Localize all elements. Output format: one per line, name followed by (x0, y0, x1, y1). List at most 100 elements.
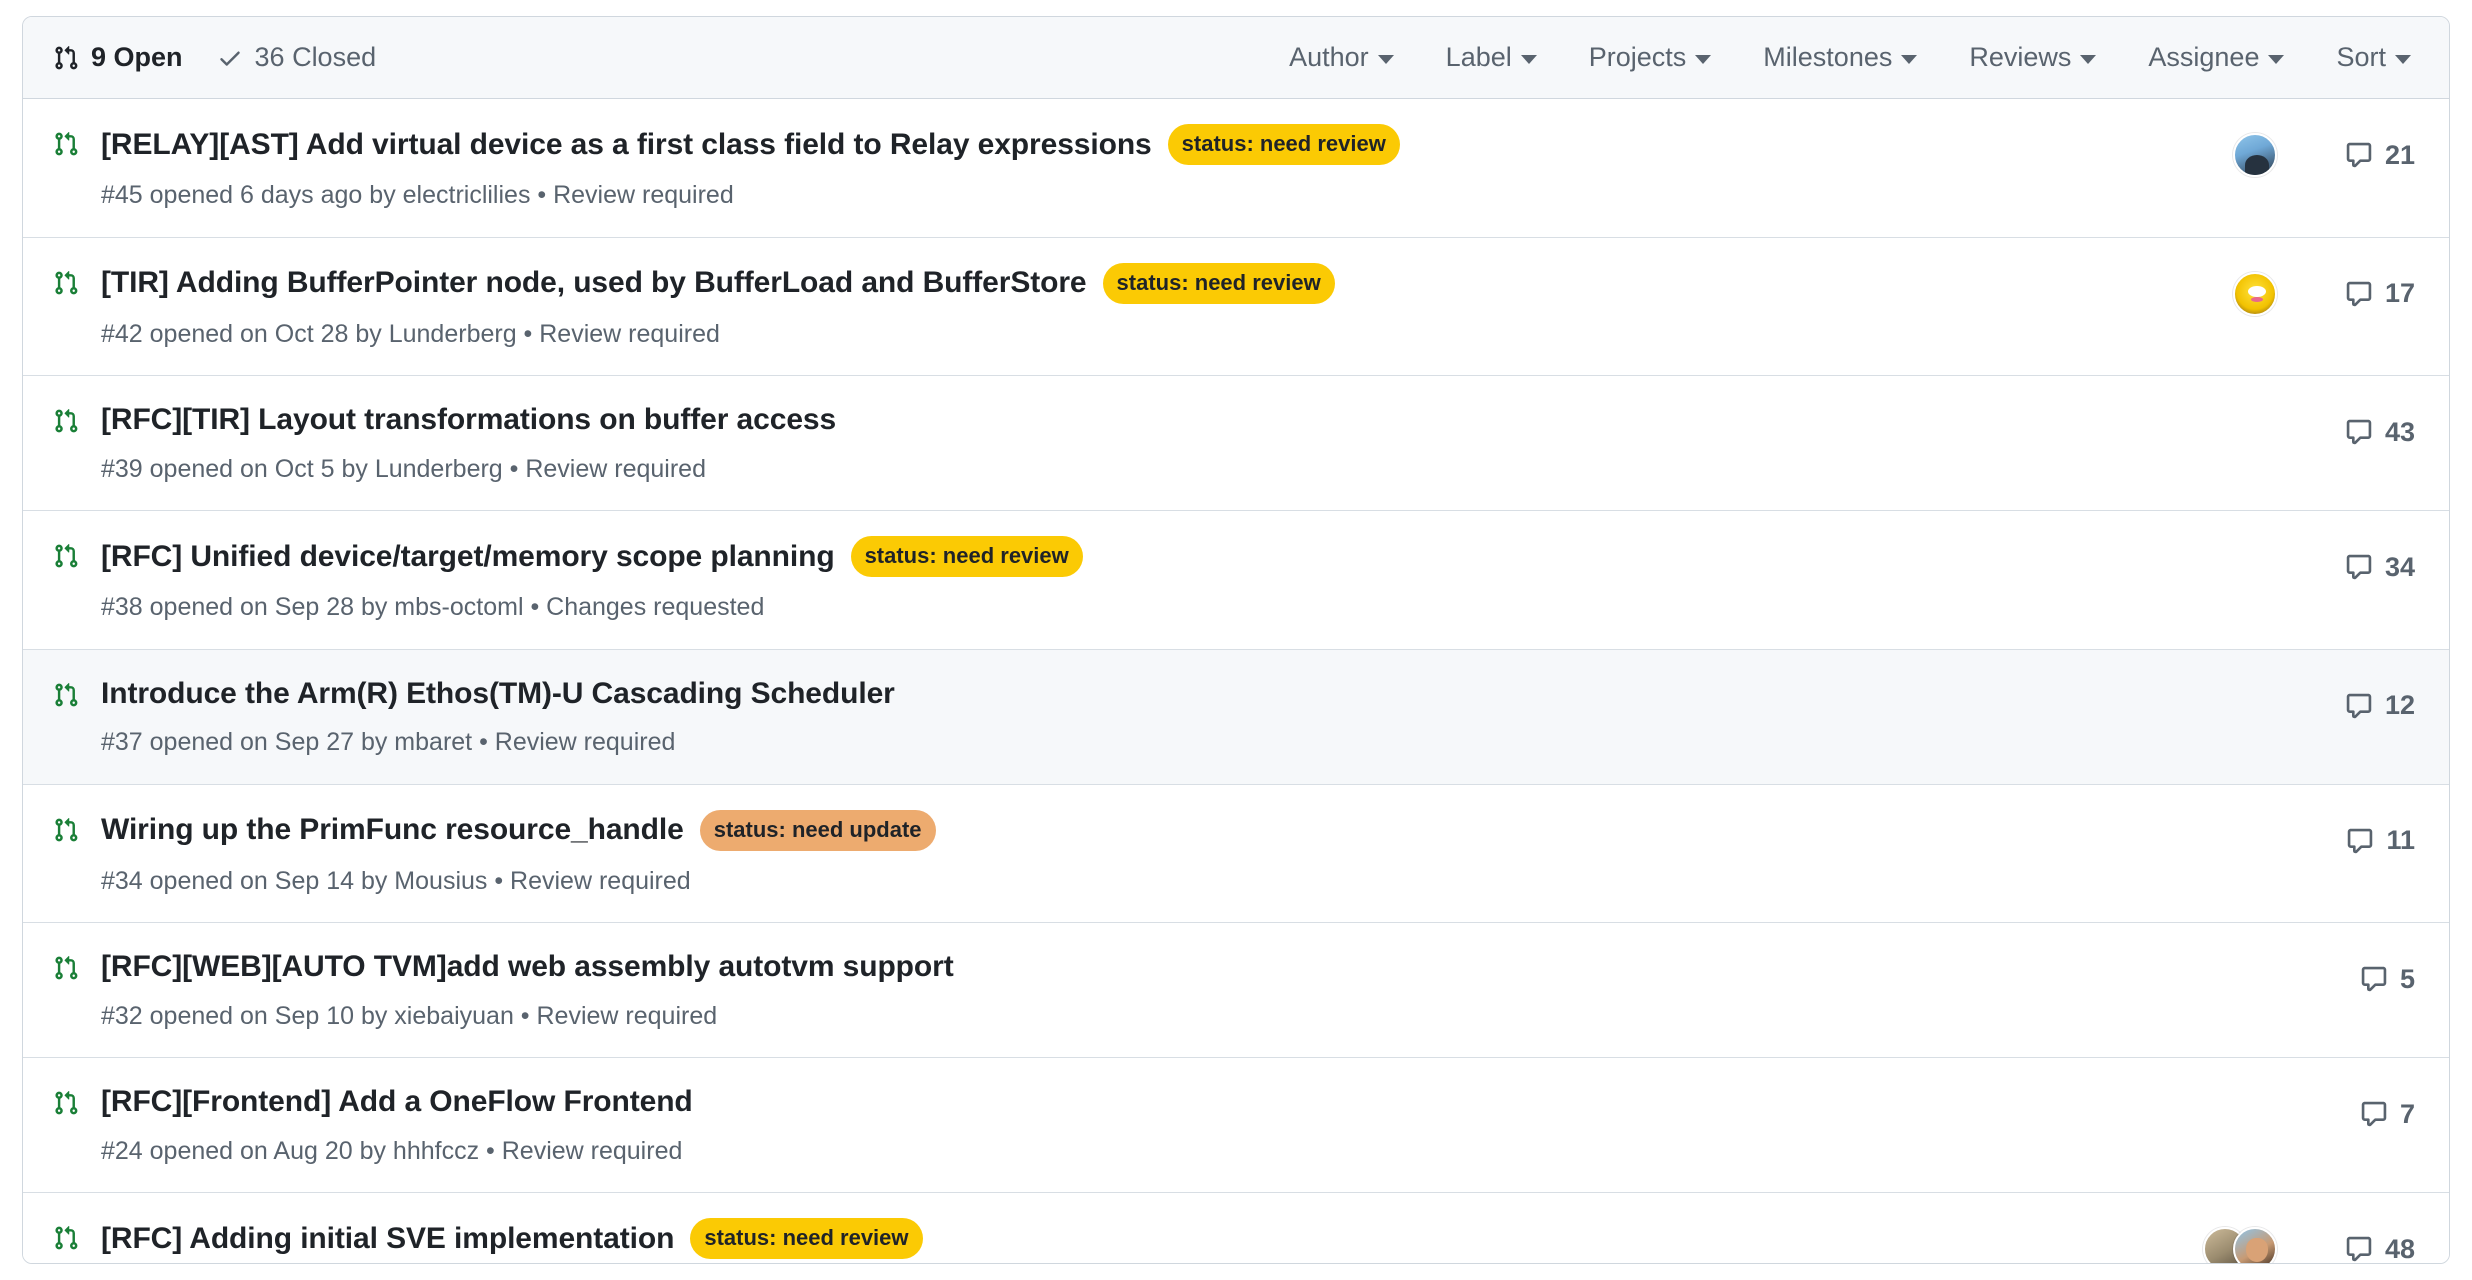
filter-label-dropdown[interactable]: Label (1446, 42, 1537, 73)
comment-icon (2345, 1235, 2373, 1263)
filter-milestones-label: Milestones (1763, 42, 1892, 73)
pull-request-title-link[interactable]: [RFC] Unified device/target/memory scope… (101, 538, 835, 576)
avatar[interactable] (2233, 272, 2277, 316)
closed-prs-filter[interactable]: 36 Closed (217, 42, 377, 73)
comment-count-value: 12 (2385, 690, 2415, 721)
pull-request-title-link[interactable]: Introduce the Arm(R) Ethos(TM)-U Cascadi… (101, 675, 895, 713)
state-filters: 9 Open 36 Closed (53, 42, 376, 73)
comment-icon (2345, 141, 2373, 169)
pull-request-row[interactable]: [RFC][Frontend] Add a OneFlow Frontend#2… (23, 1058, 2449, 1193)
pull-request-title-link[interactable]: [RFC][WEB][AUTO TVM]add web assembly aut… (101, 948, 954, 986)
pull-requests-list: [RELAY][AST] Add virtual device as a fir… (23, 99, 2449, 1264)
pull-request-title-line: Wiring up the PrimFunc resource_handle st… (101, 810, 2167, 851)
comment-count-value: 48 (2385, 1234, 2415, 1265)
comment-icon (2346, 827, 2374, 855)
git-pull-request-icon (53, 401, 79, 439)
chevron-down-icon (1695, 55, 1711, 64)
pull-request-title-link[interactable]: [RFC] Adding initial SVE implementation (101, 1220, 674, 1258)
pull-request-main: [RFC][WEB][AUTO TVM]add web assembly aut… (101, 948, 2167, 1032)
git-pull-request-icon (53, 1218, 79, 1256)
pull-request-main: [RELAY][AST] Add virtual device as a fir… (101, 124, 2167, 212)
pull-request-meta: #39 opened on Oct 5 by Lunderberg • Revi… (101, 453, 2167, 486)
pull-request-main: [RFC] Adding initial SVE implementation s… (101, 1218, 2167, 1264)
pull-request-row-right: 17 (2167, 263, 2415, 321)
git-pull-request-icon (53, 810, 79, 848)
filter-assignee-dropdown[interactable]: Assignee (2148, 42, 2284, 73)
git-pull-request-icon (53, 124, 79, 162)
pull-request-row-right: 12 (2167, 675, 2415, 733)
pull-request-row[interactable]: [RFC] Adding initial SVE implementation s… (23, 1193, 2449, 1264)
avatar[interactable] (2233, 133, 2277, 177)
pull-request-main: [RFC][TIR] Layout transformations on buf… (101, 401, 2167, 485)
pull-request-title-link[interactable]: Wiring up the PrimFunc resource_handle (101, 811, 684, 849)
comment-icon (2360, 1100, 2388, 1128)
chevron-down-icon (2080, 55, 2096, 64)
pull-request-row-right: 43 (2167, 401, 2415, 459)
pull-request-title-line: [RFC] Unified device/target/memory scope… (101, 536, 2167, 577)
pull-request-row[interactable]: Introduce the Arm(R) Ethos(TM)-U Cascadi… (23, 650, 2449, 785)
pull-request-title-link[interactable]: [RFC][Frontend] Add a OneFlow Frontend (101, 1083, 693, 1121)
pull-request-main: [RFC][Frontend] Add a OneFlow Frontend#2… (101, 1083, 2167, 1167)
comment-count-link[interactable]: 43 (2323, 417, 2415, 448)
pull-request-title-line: [RFC][Frontend] Add a OneFlow Frontend (101, 1083, 2167, 1121)
pull-request-label-badge[interactable]: status: need review (1168, 124, 1400, 165)
filter-dropdowns: Author Label Projects Milestones Reviews… (1289, 42, 2415, 73)
filter-sort-dropdown[interactable]: Sort (2336, 42, 2411, 73)
assignee-avatars (2167, 272, 2277, 316)
pull-request-label-badge[interactable]: status: need update (700, 810, 936, 851)
pull-request-label-badge[interactable]: status: need review (851, 536, 1083, 577)
pull-request-main: Wiring up the PrimFunc resource_handle st… (101, 810, 2167, 898)
pull-request-row-right: 34 (2167, 536, 2415, 594)
pull-request-row[interactable]: [RFC][TIR] Layout transformations on buf… (23, 376, 2449, 511)
pull-request-main: [RFC] Unified device/target/memory scope… (101, 536, 2167, 624)
comment-count-link[interactable]: 21 (2323, 140, 2415, 171)
filter-reviews-dropdown[interactable]: Reviews (1969, 42, 2096, 73)
comment-count-value: 21 (2385, 140, 2415, 171)
pull-request-row[interactable]: [TIR] Adding BufferPointer node, used by… (23, 238, 2449, 377)
filter-author-dropdown[interactable]: Author (1289, 42, 1394, 73)
comment-count-link[interactable]: 12 (2323, 690, 2415, 721)
pr-list-header: 9 Open 36 Closed Author Label (23, 17, 2449, 99)
pull-request-label-badge[interactable]: status: need review (1103, 263, 1335, 304)
chevron-down-icon (1521, 55, 1537, 64)
comment-count-value: 17 (2385, 278, 2415, 309)
pull-request-row[interactable]: [RFC][WEB][AUTO TVM]add web assembly aut… (23, 923, 2449, 1058)
comment-count-link[interactable]: 5 (2323, 964, 2415, 995)
pull-request-row[interactable]: Wiring up the PrimFunc resource_handle st… (23, 785, 2449, 924)
assignee-avatars (2167, 133, 2277, 177)
filter-projects-dropdown[interactable]: Projects (1589, 42, 1712, 73)
pull-request-label-badge[interactable]: status: need review (690, 1218, 922, 1259)
filter-sort-label: Sort (2336, 42, 2386, 73)
filter-milestones-dropdown[interactable]: Milestones (1763, 42, 1917, 73)
filter-reviews-label: Reviews (1969, 42, 2071, 73)
pull-request-title-link[interactable]: [TIR] Adding BufferPointer node, used by… (101, 264, 1087, 302)
pull-request-row[interactable]: [RFC] Unified device/target/memory scope… (23, 511, 2449, 650)
pull-request-title-line: [RFC][TIR] Layout transformations on buf… (101, 401, 2167, 439)
chevron-down-icon (2268, 55, 2284, 64)
git-pull-request-icon (53, 675, 79, 713)
pull-request-row-right: 7 (2167, 1083, 2415, 1141)
pull-request-title-link[interactable]: [RFC][TIR] Layout transformations on buf… (101, 401, 836, 439)
comment-count-link[interactable]: 48 (2323, 1234, 2415, 1265)
avatar[interactable] (2233, 1227, 2277, 1264)
comment-icon (2360, 965, 2388, 993)
pull-request-row[interactable]: [RELAY][AST] Add virtual device as a fir… (23, 99, 2449, 238)
pull-request-title-line: Introduce the Arm(R) Ethos(TM)-U Cascadi… (101, 675, 2167, 713)
pull-request-meta: #38 opened on Sep 28 by mbs-octoml • Cha… (101, 591, 2167, 624)
pull-requests-list-container: 9 Open 36 Closed Author Label (22, 16, 2450, 1264)
pull-request-main: [TIR] Adding BufferPointer node, used by… (101, 263, 2167, 351)
comment-count-link[interactable]: 11 (2323, 825, 2415, 856)
comment-count-link[interactable]: 7 (2323, 1099, 2415, 1130)
open-prs-filter[interactable]: 9 Open (53, 42, 183, 73)
pull-request-title-line: [RFC] Adding initial SVE implementation s… (101, 1218, 2167, 1259)
open-prs-count-label: 9 Open (91, 42, 183, 73)
pull-request-meta: #37 opened on Sep 27 by mbaret • Review … (101, 726, 2167, 759)
closed-prs-count-label: 36 Closed (255, 42, 377, 73)
git-pull-request-icon (53, 263, 79, 301)
filter-assignee-label: Assignee (2148, 42, 2259, 73)
comment-count-link[interactable]: 34 (2323, 552, 2415, 583)
check-icon (217, 45, 243, 71)
git-pull-request-icon (53, 536, 79, 574)
comment-count-link[interactable]: 17 (2323, 278, 2415, 309)
pull-request-title-link[interactable]: [RELAY][AST] Add virtual device as a fir… (101, 126, 1152, 164)
